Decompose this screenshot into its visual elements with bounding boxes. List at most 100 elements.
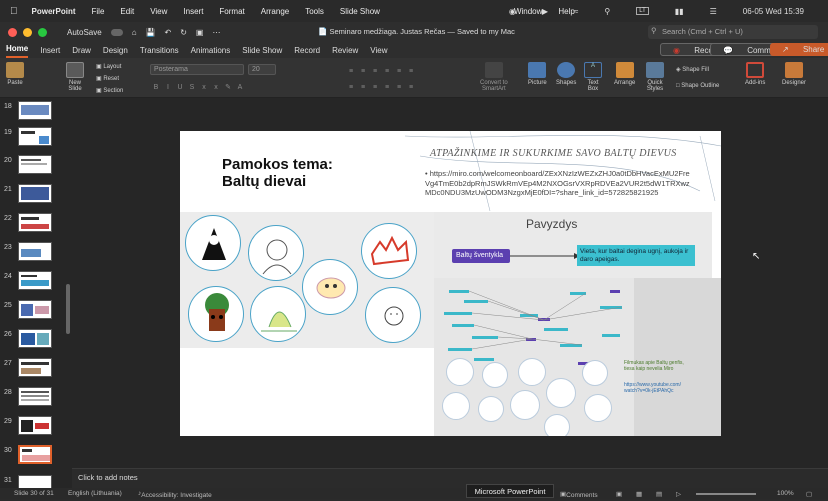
home-icon[interactable]: ⌂	[132, 28, 137, 37]
clock[interactable]: 06-05 Wed 15:39	[743, 7, 804, 16]
align-text-icon[interactable]: ≡	[405, 84, 417, 91]
justify-icon[interactable]: ≡	[381, 84, 393, 91]
zoom-level[interactable]: 100%	[777, 490, 794, 497]
comments-status-button[interactable]: ▣ Comments	[560, 490, 598, 499]
designer-button[interactable]: Designer	[782, 62, 806, 86]
reading-view-icon[interactable]: ▤	[656, 490, 662, 498]
section-button[interactable]: ▣ Section	[96, 85, 123, 97]
addins-button[interactable]: Add-ins	[745, 62, 765, 86]
slide-thumbnail[interactable]	[18, 213, 52, 232]
example-heading[interactable]: Pavyzdys	[526, 217, 577, 231]
slide-title[interactable]: Pamokos tema: Baltų dievai	[222, 156, 333, 190]
tab-design[interactable]: Design	[103, 46, 128, 58]
mindmap-screenshot[interactable]: Filmukas apie Baltų genfis, tiesa kaip n…	[434, 278, 721, 436]
thumbnail-row[interactable]: 28	[0, 387, 72, 413]
text-direction-icon[interactable]: ≡	[393, 84, 405, 91]
close-window-button[interactable]	[8, 27, 17, 37]
drawing-yellow-figure[interactable]	[250, 286, 306, 342]
menu-format[interactable]: Format	[219, 7, 244, 16]
align-left-icon[interactable]: ≡	[345, 84, 357, 91]
superscript-button[interactable]: x	[210, 84, 222, 91]
search-spotlight-icon[interactable]: ⚲	[604, 7, 610, 16]
underline-button[interactable]: U	[174, 84, 186, 91]
slide-thumbnail[interactable]	[18, 127, 52, 146]
slide-thumbnail[interactable]	[18, 155, 52, 174]
slide-thumbnail[interactable]	[18, 416, 52, 435]
mindmap-caption-2[interactable]: https://www.youtube.com/watch?v=0k-jEtPA…	[624, 382, 684, 394]
language-status[interactable]: English (Lithuania)	[68, 490, 122, 497]
tab-draw[interactable]: Draw	[72, 46, 91, 58]
shape-outline-button[interactable]: □ Shape Outline	[676, 83, 719, 89]
thumbnail-row[interactable]: 26	[0, 329, 72, 355]
battery-icon[interactable]: ▮▮	[675, 7, 684, 16]
share-button[interactable]: ↗ Share	[770, 43, 828, 56]
redo-icon[interactable]: ↻	[180, 28, 187, 37]
tab-home[interactable]: Home	[6, 44, 29, 58]
drawing-face-sketch[interactable]	[365, 287, 421, 343]
new-slide-button[interactable]: New Slide	[66, 62, 84, 92]
thumbnail-row[interactable]: 25	[0, 300, 72, 326]
textbox-button[interactable]: A Text Box	[584, 62, 602, 92]
line-spacing-icon[interactable]: ≡	[393, 68, 405, 75]
undo-icon[interactable]: ↶	[165, 28, 172, 37]
slide-thumbnail[interactable]	[18, 242, 52, 261]
mindmap-caption-1[interactable]: Filmukas apie Baltų genfis, tiesa kaip n…	[624, 360, 684, 372]
numbering-icon[interactable]: ≡	[357, 68, 369, 75]
slide-thumbnail[interactable]	[18, 300, 52, 319]
menu-app-name[interactable]: PowerPoint	[32, 7, 76, 16]
slide-thumbnail[interactable]	[18, 184, 52, 203]
search-input[interactable]: ⚲ Search (Cmd + Ctrl + U)	[648, 25, 818, 39]
shape-fill-button[interactable]: ◈ Shape Fill	[676, 66, 709, 73]
thumbnail-row[interactable]: 29	[0, 416, 72, 442]
autosave-toggle[interactable]	[110, 28, 123, 37]
slide-thumbnail[interactable]	[18, 271, 52, 290]
subscript-button[interactable]: x	[198, 84, 210, 91]
menu-tools[interactable]: Tools	[305, 7, 324, 16]
record-status-icon[interactable]: ◉	[509, 7, 516, 16]
tab-view[interactable]: View	[370, 46, 387, 58]
indent-icon[interactable]: ≡	[369, 68, 381, 75]
align-center-icon[interactable]: ≡	[357, 84, 369, 91]
control-center-icon[interactable]: ☰	[710, 7, 717, 16]
thumbnail-row[interactable]: 19	[0, 127, 72, 153]
bold-button[interactable]: B	[150, 84, 162, 91]
normal-view-icon[interactable]: ▣	[616, 490, 622, 498]
align-right-icon[interactable]: ≡	[369, 84, 381, 91]
italic-button[interactable]: I	[162, 84, 174, 91]
play-icon[interactable]: ▶	[542, 7, 548, 16]
convert-smartart-button[interactable]: Convert to SmartArt	[480, 62, 508, 92]
thumbnail-scrollbar[interactable]	[66, 284, 70, 334]
tab-insert[interactable]: Insert	[40, 46, 60, 58]
more-icon[interactable]: ⋯	[212, 28, 220, 37]
save-icon[interactable]: 💾	[146, 28, 156, 37]
thumbnail-row[interactable]: 27	[0, 358, 72, 384]
slide-thumbnail[interactable]	[18, 101, 52, 120]
wifi-icon[interactable]: ≈	[574, 7, 578, 16]
font-color-icon[interactable]: A	[234, 84, 246, 91]
thumbnail-row[interactable]: 21	[0, 184, 72, 210]
tab-animations[interactable]: Animations	[191, 46, 231, 58]
shapes-button[interactable]: Shapes	[556, 62, 576, 86]
font-size-field[interactable]: 20	[248, 64, 276, 75]
reset-button[interactable]: ▣ Reset	[96, 73, 123, 85]
fit-slide-icon[interactable]: ▢	[806, 490, 812, 498]
input-language[interactable]: LT	[636, 7, 649, 15]
paste-button[interactable]: Paste	[6, 62, 24, 86]
menu-arrange[interactable]: Arrange	[261, 7, 289, 16]
tab-record[interactable]: Record	[294, 46, 320, 58]
slide-heading[interactable]: ATPAŽINKIME IR SUKURKIME SAVO BALTŲ DIEV…	[430, 148, 677, 159]
drawing-red-animal[interactable]	[361, 223, 417, 279]
font-name-field[interactable]: Posterama	[150, 64, 244, 75]
outdent-icon[interactable]: ≡	[381, 68, 393, 75]
picture-button[interactable]: Picture	[528, 62, 547, 86]
columns-icon[interactable]: ≡	[405, 68, 417, 75]
highlight-icon[interactable]: ✎	[222, 83, 234, 91]
arrange-button[interactable]: Arrange	[614, 62, 635, 86]
tab-transitions[interactable]: Transitions	[140, 46, 179, 58]
thumbnail-row[interactable]: 20	[0, 155, 72, 181]
menu-edit[interactable]: Edit	[120, 7, 134, 16]
thumbnail-row[interactable]: 18	[0, 101, 72, 127]
apple-icon[interactable]: 	[10, 6, 18, 17]
slide-thumbnail[interactable]	[18, 358, 52, 377]
accessibility-status[interactable]: ♪ Accessibility: Investigate	[138, 490, 212, 499]
